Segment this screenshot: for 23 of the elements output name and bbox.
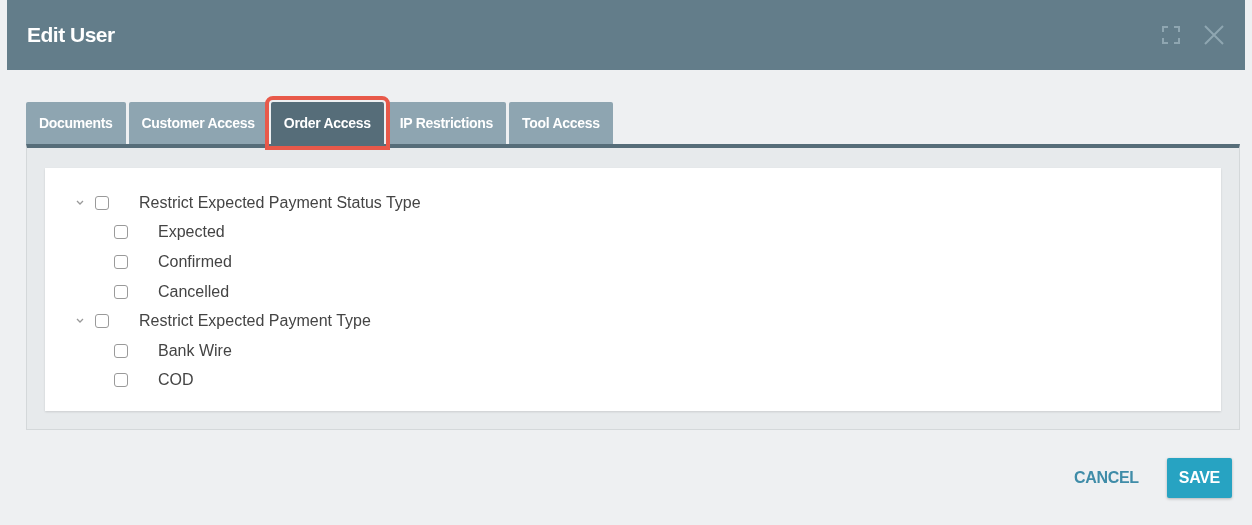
save-button[interactable]: SAVE xyxy=(1166,458,1232,498)
tree-item-label: Restrict Expected Payment Status Type xyxy=(139,193,421,212)
close-icon[interactable] xyxy=(1203,24,1225,46)
tree-item-label: Bank Wire xyxy=(158,341,232,360)
checkbox[interactable] xyxy=(95,195,109,210)
tree-item-label: Restrict Expected Payment Type xyxy=(139,312,371,331)
tree-item-label: Confirmed xyxy=(158,253,232,271)
tab[interactable]: Tool Access xyxy=(509,102,613,144)
tree-item-label: COD xyxy=(158,371,194,390)
checkbox[interactable] xyxy=(114,343,128,358)
checkbox[interactable] xyxy=(114,373,128,388)
tab[interactable]: Customer Access xyxy=(128,102,268,144)
checkbox[interactable] xyxy=(95,314,109,329)
chevron-down-icon[interactable] xyxy=(75,198,85,207)
tree-item-label: Cancelled xyxy=(158,282,230,301)
tree-item-label: Expected xyxy=(158,223,225,242)
checkbox[interactable] xyxy=(114,225,128,240)
checkbox[interactable] xyxy=(114,255,128,269)
tab[interactable]: Documents xyxy=(26,102,126,144)
checkbox[interactable] xyxy=(114,284,128,299)
fullscreen-icon[interactable] xyxy=(1161,25,1181,45)
cancel-button[interactable]: CANCEL xyxy=(1061,458,1151,498)
dialog-title: Edit User xyxy=(27,23,115,47)
